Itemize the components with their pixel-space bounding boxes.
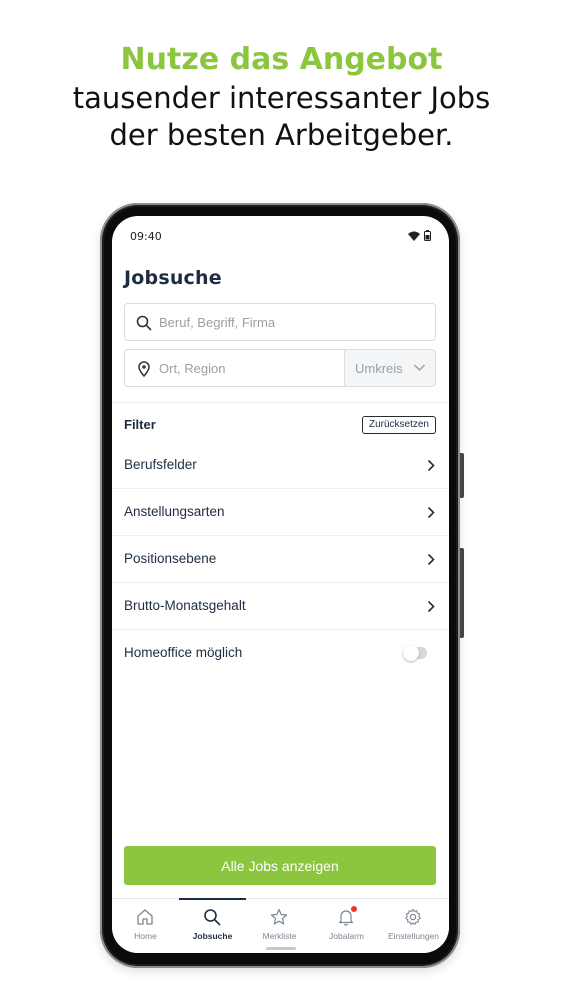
- homeoffice-label: Homeoffice möglich: [124, 645, 243, 660]
- chevron-down-icon: [413, 364, 426, 372]
- page-title: Jobsuche: [124, 267, 222, 289]
- show-all-jobs-button[interactable]: Alle Jobs anzeigen: [124, 846, 436, 885]
- battery-icon: [424, 230, 431, 241]
- toggle-knob: [403, 645, 419, 661]
- tab-home[interactable]: Home: [112, 899, 179, 949]
- filter-heading: Filter: [124, 417, 156, 432]
- promo-headline-line-1: tausender interessanter Jobs: [72, 81, 491, 115]
- filter-item-anstellungsarten[interactable]: Anstellungsarten: [112, 490, 449, 536]
- filter-item-berufsfelder[interactable]: Berufsfelder: [112, 443, 449, 489]
- chevron-right-icon: [427, 459, 435, 472]
- tab-label: Merkliste: [262, 931, 297, 941]
- gesture-bar: [266, 947, 296, 950]
- tab-label: Einstellungen: [387, 931, 440, 941]
- radius-select[interactable]: Umkreis: [344, 349, 436, 387]
- filter-item-homeoffice: Homeoffice möglich: [112, 631, 449, 677]
- filter-item-positionsebene[interactable]: Positionsebene: [112, 537, 449, 583]
- keyword-search-field[interactable]: [124, 303, 436, 341]
- location-search-field[interactable]: [124, 349, 345, 387]
- bottom-tab-bar: Home Jobsuche Merkliste Jobalarm Einstel…: [112, 898, 449, 953]
- location-pin-icon: [138, 361, 150, 377]
- tab-jobalarm[interactable]: Jobalarm: [313, 899, 380, 949]
- promo-headline-line-2: der besten Arbeitgeber.: [109, 118, 454, 152]
- row-divider: [112, 488, 449, 489]
- filter-item-label: Brutto-Monatsgehalt: [124, 598, 246, 613]
- tab-einstellungen[interactable]: Einstellungen: [380, 899, 447, 949]
- chevron-right-icon: [427, 506, 435, 519]
- chevron-right-icon: [427, 600, 435, 613]
- gear-icon: [405, 908, 421, 925]
- keyword-search-input[interactable]: [159, 304, 419, 340]
- section-divider: [112, 402, 449, 403]
- filter-item-label: Positionsebene: [124, 551, 217, 566]
- promo-headline: Nutze das Angebot tausender interessante…: [0, 40, 563, 154]
- tab-label: Home: [134, 931, 157, 941]
- row-divider: [112, 535, 449, 536]
- volume-button: [460, 453, 464, 498]
- radius-select-label: Umkreis: [355, 361, 403, 376]
- row-divider: [112, 629, 449, 630]
- homeoffice-toggle[interactable]: [403, 645, 427, 661]
- status-time: 09:40: [130, 230, 162, 243]
- home-icon: [137, 909, 153, 925]
- promo-headline-accent: Nutze das Angebot: [120, 42, 443, 77]
- tab-merkliste[interactable]: Merkliste: [246, 899, 313, 949]
- filter-item-brutto-monatsgehalt[interactable]: Brutto-Monatsgehalt: [112, 584, 449, 630]
- power-button: [460, 548, 464, 638]
- search-icon: [136, 315, 152, 331]
- app-screen: 09:40 Jobsuche Umkreis Filter Zurücksetz…: [112, 216, 449, 953]
- tab-label: Jobalarm: [329, 931, 364, 941]
- chevron-right-icon: [427, 553, 435, 566]
- filter-item-label: Berufsfelder: [124, 457, 197, 472]
- location-search-input[interactable]: [159, 350, 339, 386]
- wifi-icon: [408, 231, 420, 241]
- tab-jobsuche[interactable]: Jobsuche: [179, 898, 246, 949]
- row-divider: [112, 582, 449, 583]
- reset-filter-button[interactable]: Zurücksetzen: [361, 416, 436, 434]
- filter-item-label: Anstellungsarten: [124, 504, 225, 519]
- status-bar: 09:40: [130, 230, 431, 246]
- search-icon: [204, 909, 221, 926]
- tab-label: Jobsuche: [192, 931, 233, 941]
- star-icon: [270, 908, 288, 925]
- notification-badge: [351, 906, 357, 912]
